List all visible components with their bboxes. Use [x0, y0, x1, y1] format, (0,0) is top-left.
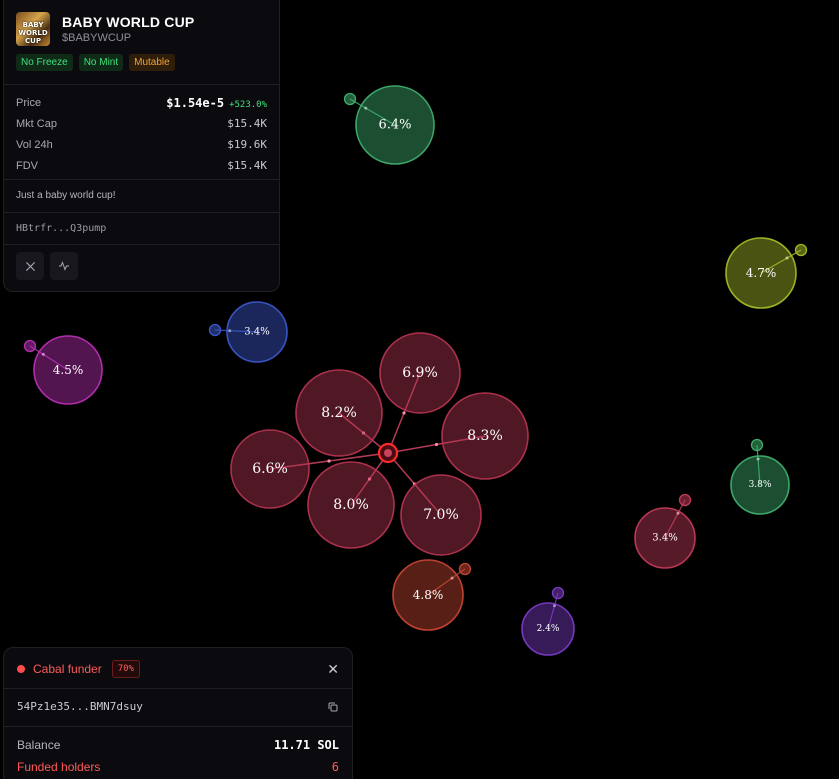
divider [4, 244, 279, 245]
holder-bubble-cluster[interactable]: 8.0% [307, 461, 395, 549]
hub-core [384, 449, 392, 457]
divider [4, 84, 279, 85]
cabal-header: Cabal funder 70% ✕ [17, 658, 339, 680]
holder-bubble-cluster[interactable]: 6.6% [230, 429, 310, 509]
close-icon[interactable]: ✕ [327, 661, 339, 678]
token-logo-text: BABY WORLD CUP [18, 21, 48, 45]
token-name: BABY WORLD CUP [62, 14, 195, 30]
token-info-card: BABY WORLD CUP BABY WORLD CUP $BABYWCUP N… [3, 0, 280, 292]
holder-bubble[interactable]: 3.4% [226, 301, 288, 363]
token-logo: BABY WORLD CUP [16, 12, 50, 46]
holder-bubble-label: 4.7% [746, 266, 777, 280]
holder-bubble[interactable]: 6.4% [355, 85, 435, 165]
holder-bubble-label: 2.4% [537, 624, 560, 634]
funder-node[interactable] [678, 493, 692, 507]
stat-label: Mkt Cap [16, 117, 57, 130]
token-description: Just a baby world cup! [16, 190, 116, 201]
funder-node[interactable] [343, 92, 357, 106]
cabal-hub-node[interactable] [377, 442, 399, 464]
holder-bubble-cluster[interactable]: 7.0% [400, 474, 482, 556]
cabal-stats: Balance 11.71 SOL Funded holders 6 [17, 734, 339, 778]
holder-bubble-label: 3.4% [652, 533, 677, 544]
holder-bubble[interactable]: 3.4% [634, 507, 696, 569]
cabal-percent-badge: 70% [111, 660, 140, 678]
holder-bubble-cluster-label: 7.0% [423, 507, 459, 523]
divider [4, 179, 279, 180]
stat-row-vol: Vol 24h $19.6K [16, 134, 267, 155]
holder-bubble-cluster-label: 6.9% [402, 365, 438, 381]
funder-node[interactable] [794, 243, 808, 257]
holder-bubble-cluster-label: 8.0% [333, 497, 369, 513]
token-address[interactable]: HBtrfr...Q3pump [16, 223, 106, 234]
wallet-row: 54Pz1e35...BMN7dsuy [17, 700, 339, 713]
copy-icon[interactable] [327, 701, 339, 713]
stat-value: $15.4K [227, 117, 267, 130]
stat-label: Vol 24h [16, 138, 53, 151]
holder-bubble[interactable]: 2.4% [521, 602, 575, 656]
divider [4, 726, 352, 727]
cabal-title: Cabal funder [33, 662, 102, 676]
x-icon[interactable] [16, 252, 44, 280]
holder-bubble[interactable]: 4.8% [392, 559, 464, 631]
stat-row-price: Price $1.54e-5 +523.0% [16, 92, 267, 113]
funder-node[interactable] [23, 339, 37, 353]
badge-no-mint: No Mint [78, 54, 124, 71]
funded-holders-value: 6 [331, 760, 339, 774]
funder-node[interactable] [551, 586, 565, 600]
link-particle [434, 442, 439, 447]
balance-row: Balance 11.71 SOL [17, 734, 339, 756]
stat-row-mktcap: Mkt Cap $15.4K [16, 113, 267, 134]
holder-bubble-label: 3.4% [244, 327, 269, 338]
cabal-funder-panel: Cabal funder 70% ✕ 54Pz1e35...BMN7dsuy B… [3, 647, 353, 779]
stat-label: Price [16, 96, 42, 109]
holder-bubble-cluster[interactable]: 8.3% [441, 392, 529, 480]
token-header: BABY WORLD CUP BABY WORLD CUP $BABYWCUP [16, 12, 194, 46]
stat-row-fdv: FDV $15.4K [16, 155, 267, 176]
holder-bubble[interactable]: 3.8% [730, 455, 790, 515]
holder-bubble-label: 4.5% [53, 363, 84, 377]
divider [4, 212, 279, 213]
token-symbol: $BABYWCUP [62, 32, 132, 44]
token-stats: Price $1.54e-5 +523.0% Mkt Cap $15.4K Vol… [16, 92, 267, 176]
holder-bubble-cluster[interactable]: 6.9% [379, 332, 461, 414]
holder-bubble-label: 6.4% [378, 118, 411, 133]
funded-holders-label: Funded holders [17, 760, 101, 774]
stat-label: FDV [16, 159, 38, 172]
stat-value: $19.6K [227, 138, 267, 151]
token-badges: No Freeze No Mint Mutable [16, 54, 175, 71]
wallet-address[interactable]: 54Pz1e35...BMN7dsuy [17, 700, 143, 713]
holder-bubble-label: 4.8% [413, 588, 444, 602]
price-change: +523.0% [229, 99, 267, 110]
link-particle [402, 411, 406, 415]
status-dot [17, 665, 25, 673]
link-particle [327, 459, 331, 463]
holder-bubble[interactable]: 4.7% [725, 237, 797, 309]
balance-value: 11.71 SOL [273, 738, 339, 752]
holder-bubble-cluster-label: 6.6% [252, 461, 288, 477]
stat-value: $15.4K [227, 159, 267, 172]
funder-node[interactable] [458, 562, 472, 576]
chart-activity-icon[interactable] [50, 252, 78, 280]
funded-holders-row: Funded holders 6 [17, 756, 339, 778]
holder-bubble-cluster-label: 8.3% [467, 428, 503, 444]
social-links [16, 252, 78, 280]
funder-node[interactable] [208, 323, 222, 337]
divider [4, 688, 352, 689]
holder-bubble[interactable]: 4.5% [33, 335, 103, 405]
badge-no-freeze: No Freeze [16, 54, 73, 71]
holder-bubble-cluster[interactable]: 8.2% [295, 369, 383, 457]
funder-node[interactable] [750, 438, 764, 452]
holder-bubble-cluster-label: 8.2% [321, 405, 357, 421]
holder-bubble-label: 3.8% [749, 480, 772, 490]
balance-label: Balance [17, 738, 61, 752]
price-value: $1.54e-5 [166, 95, 225, 110]
badge-mutable: Mutable [129, 54, 175, 71]
